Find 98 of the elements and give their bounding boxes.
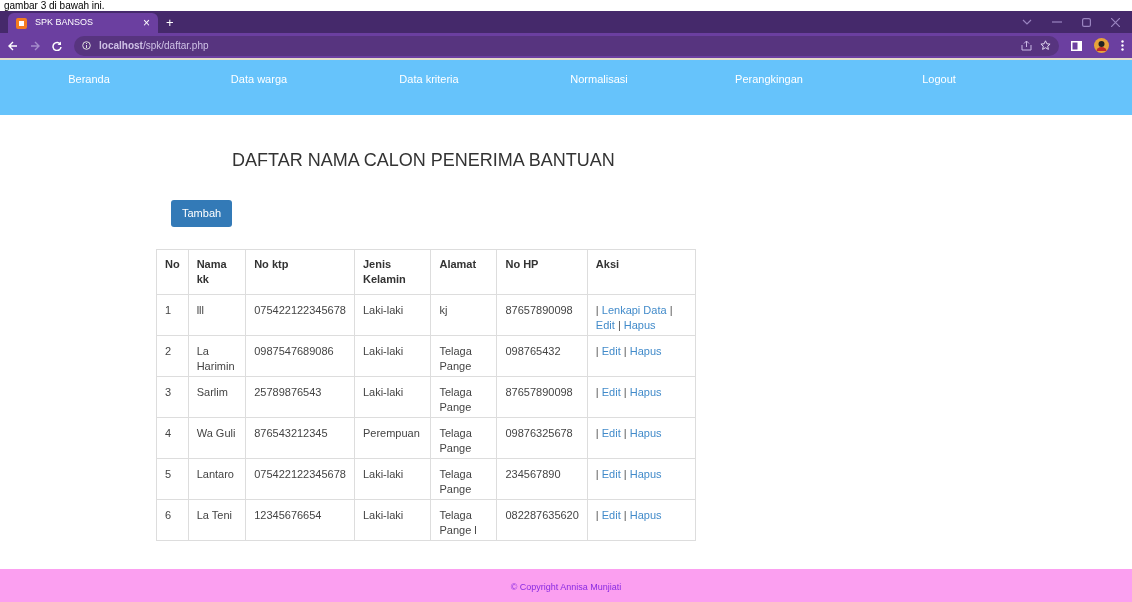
table-cell: 4 xyxy=(156,417,189,459)
table-cell: Laki-laki xyxy=(354,335,431,377)
column-header: No HP xyxy=(496,249,588,295)
table-cell: Perempuan xyxy=(354,417,431,459)
menu-icon[interactable] xyxy=(1121,40,1124,51)
table-cell: 6 xyxy=(156,499,189,541)
nav-link[interactable]: Logout xyxy=(854,71,1024,88)
table-cell: Telaga Pange xyxy=(430,458,497,500)
separator-text: | xyxy=(623,427,627,439)
separator-text: | xyxy=(669,304,673,316)
nav-link[interactable]: Data warga xyxy=(174,71,344,88)
nav-link[interactable]: Perangkingan xyxy=(684,71,854,88)
table-cell: Telaga Pange xyxy=(430,335,497,377)
table-cell: Laki-laki xyxy=(354,376,431,418)
table-cell: Laki-laki xyxy=(354,499,431,541)
separator-text: | xyxy=(595,427,599,439)
table-cell: Lantaro xyxy=(188,458,246,500)
new-tab-button[interactable]: + xyxy=(158,13,182,33)
action-link[interactable]: Hapus xyxy=(629,427,662,439)
column-header: Aksi xyxy=(587,249,696,295)
app-logo-icon xyxy=(16,17,27,29)
nav-link[interactable]: Data kriteria xyxy=(344,71,514,88)
table-cell: 12345676654 xyxy=(245,499,355,541)
table-cell: 075422122345678 xyxy=(245,294,355,336)
table-cell: 876543212345 xyxy=(245,417,355,459)
close-icon[interactable] xyxy=(1111,17,1120,27)
action-link[interactable]: Hapus xyxy=(629,509,662,521)
caption-text: gambar 3 di bawah ini. xyxy=(4,1,105,11)
tab-close-button[interactable]: × xyxy=(143,14,150,32)
separator-text: | xyxy=(617,319,621,331)
column-header: Jenis Kelamin xyxy=(354,249,431,295)
action-link[interactable]: Edit xyxy=(595,319,615,331)
separator-text: | xyxy=(595,304,599,316)
nav-link[interactable]: Normalisasi xyxy=(514,71,684,88)
table-cell: 1 xyxy=(156,294,189,336)
maximize-icon[interactable] xyxy=(1082,17,1091,27)
separator-text: | xyxy=(623,386,627,398)
table-cell: 234567890 xyxy=(496,458,588,500)
table-cell: 3 xyxy=(156,376,189,418)
table-cell: La Harimin xyxy=(188,335,246,377)
table-cell: 2 xyxy=(156,335,189,377)
table-cell: 0987547689086 xyxy=(245,335,355,377)
table-cell: Laki-laki xyxy=(354,294,431,336)
table-cell: Telaga Pange l xyxy=(430,499,497,541)
table-cell: Wa Guli xyxy=(188,417,246,459)
info-icon[interactable] xyxy=(82,41,91,50)
table-cell: 5 xyxy=(156,458,189,500)
forward-icon[interactable] xyxy=(30,40,40,51)
chevron-down-icon[interactable] xyxy=(1022,19,1032,25)
column-header: No ktp xyxy=(245,249,355,295)
table-cell: 87657890098 xyxy=(496,376,588,418)
table-cell: La Teni xyxy=(188,499,246,541)
table-cell: 25789876543 xyxy=(245,376,355,418)
copyright-text: © Copyright Annisa Munjiati xyxy=(510,580,622,594)
table-cell: kj xyxy=(430,294,497,336)
table-cell: 87657890098 xyxy=(496,294,588,336)
separator-text: | xyxy=(595,345,599,357)
table-cell: Telaga Pange xyxy=(430,417,497,459)
table-cell: 09876325678 xyxy=(496,417,588,459)
separator-text: | xyxy=(595,386,599,398)
tab-title: SPK BANSOS xyxy=(35,16,95,30)
table-cell: Laki-laki xyxy=(354,458,431,500)
separator-text: | xyxy=(623,468,627,480)
action-link[interactable]: Edit xyxy=(601,509,621,521)
star-icon[interactable] xyxy=(1040,40,1051,51)
separator-text: | xyxy=(595,509,599,521)
action-link[interactable]: Edit xyxy=(601,427,621,439)
action-link[interactable]: Hapus xyxy=(629,386,662,398)
avatar-icon[interactable] xyxy=(1094,38,1109,53)
table-cell: 098765432 xyxy=(496,335,588,377)
table-cell: Sarlim xyxy=(188,376,246,418)
separator-text: | xyxy=(595,468,599,480)
column-header: No xyxy=(156,249,189,295)
separator-text: | xyxy=(623,345,627,357)
separator-text: | xyxy=(623,509,627,521)
table-cell: Telaga Pange xyxy=(430,376,497,418)
action-link[interactable]: Hapus xyxy=(629,468,662,480)
share-icon[interactable] xyxy=(1021,40,1032,51)
action-link[interactable]: Hapus xyxy=(629,345,662,357)
url-text: localhost/spk/daftar.php xyxy=(99,39,210,53)
nav-link[interactable]: Beranda xyxy=(4,71,174,88)
page-heading: DAFTAR NAMA CALON PENERIMA BANTUAN xyxy=(232,149,615,172)
table-cell: 082287635620 xyxy=(496,499,588,541)
action-link[interactable]: Edit xyxy=(601,468,621,480)
reload-icon[interactable] xyxy=(52,40,62,51)
column-header: Alamat xyxy=(430,249,497,295)
browser-tab[interactable]: SPK BANSOS × xyxy=(8,13,158,33)
action-link[interactable]: Lenkapi Data xyxy=(601,304,667,316)
action-link[interactable]: Edit xyxy=(601,386,621,398)
action-link[interactable]: Hapus xyxy=(623,319,656,331)
action-link[interactable]: Edit xyxy=(601,345,621,357)
address-bar[interactable]: localhost/spk/daftar.php xyxy=(74,35,1059,56)
add-button[interactable]: Tambah xyxy=(171,200,233,227)
sidebar-icon[interactable] xyxy=(1071,40,1082,51)
back-icon[interactable] xyxy=(8,40,18,51)
table-cell: lll xyxy=(188,294,246,336)
table-cell: 075422122345678 xyxy=(245,458,355,500)
column-header: Nama kk xyxy=(188,249,246,295)
